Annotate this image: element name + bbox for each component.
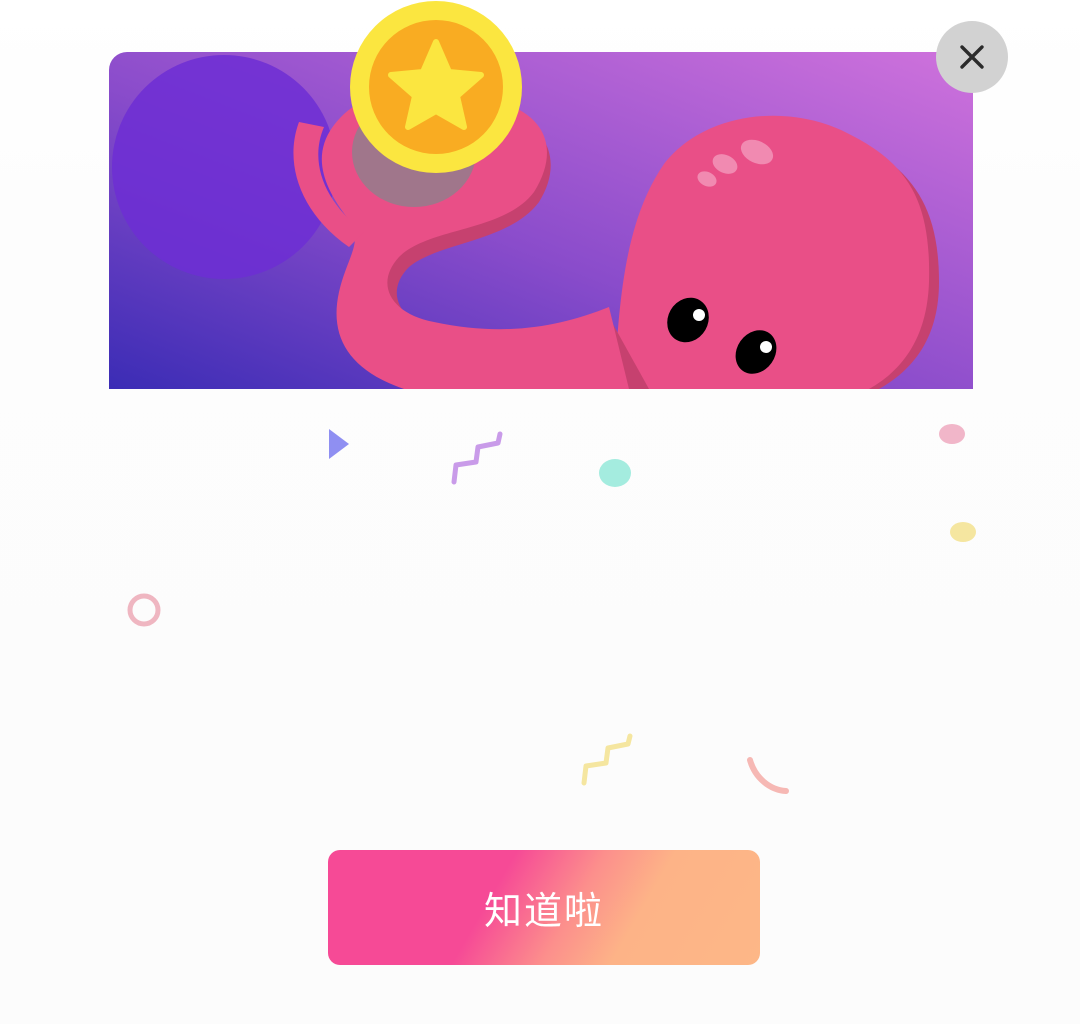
close-icon (960, 45, 984, 69)
got-it-button[interactable]: 知道啦 (328, 850, 760, 965)
got-it-label: 知道啦 (483, 889, 604, 933)
octopus-banner-illustration (109, 52, 973, 389)
star-coin-icon (349, 0, 523, 174)
reward-dialog: 知道啦 (0, 0, 1080, 1024)
close-button[interactable] (936, 21, 1008, 93)
